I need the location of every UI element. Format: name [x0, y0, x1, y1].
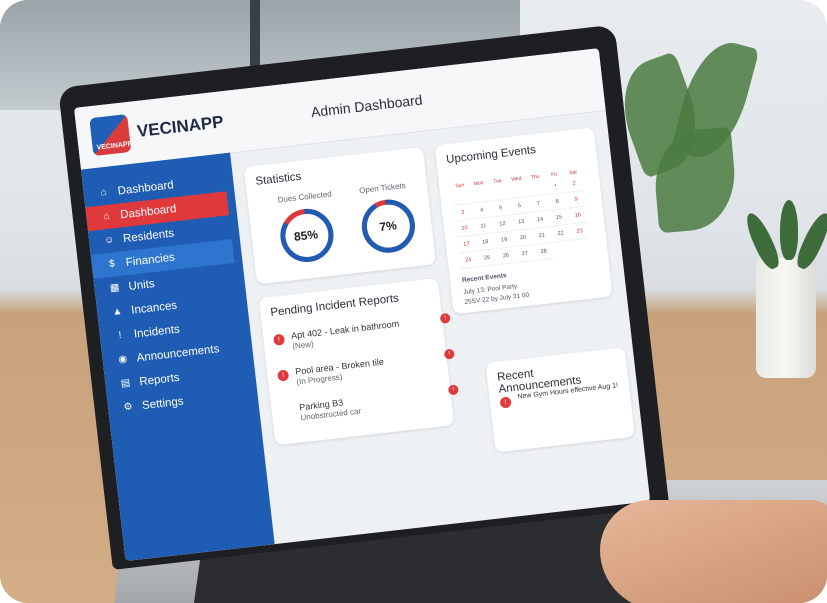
brand-name: VECINAPP — [135, 112, 225, 141]
events-card: Upcoming Events Sun Mon Tue Wed Thu Fri Sat • 2 3… — [434, 127, 613, 315]
home-icon: ⌂ — [100, 186, 108, 199]
building-icon: ▦ — [109, 282, 120, 295]
calendar-weekday: Wed — [511, 175, 522, 183]
calendar-day[interactable]: 20 — [513, 231, 533, 247]
potted-succulent — [741, 200, 827, 378]
calendar-weekday: Fri — [550, 171, 558, 179]
laptop-screen: VECINAPP VECINAPP Admin Dashboard ⌂ Dashb… — [74, 48, 651, 562]
calendar-day[interactable]: 3 — [453, 205, 473, 222]
calendar-day[interactable]: 9 — [566, 192, 586, 209]
calendar-day[interactable]: 4 — [472, 203, 492, 220]
calendar-day[interactable]: 6 — [510, 199, 529, 216]
statistics-card: Statistics Dues Collected Open Tickets 8… — [243, 146, 436, 285]
calendar-day[interactable]: 10 — [455, 221, 475, 238]
calendar-day[interactable]: 11 — [474, 219, 493, 236]
page-title: Admin Dashboard — [310, 91, 424, 121]
home-icon: ⌂ — [102, 210, 111, 223]
calendar-weekday: Thu — [530, 173, 540, 181]
calendar-day[interactable]: 15 — [549, 210, 569, 227]
calendar-weekday: Sat — [568, 169, 578, 177]
calendar-day — [451, 189, 471, 206]
incident-badge: ! — [439, 312, 451, 324]
calendar-day[interactable]: 28 — [534, 244, 554, 261]
calendar-day[interactable]: 8 — [548, 194, 567, 211]
incident-badge: ! — [443, 348, 455, 360]
typing-hand — [600, 500, 827, 603]
calendar-day — [470, 187, 490, 204]
dues-value: 85% — [293, 227, 319, 244]
calendar-day[interactable]: 17 — [457, 237, 476, 254]
calendar-day[interactable]: 5 — [491, 201, 510, 218]
calendar-day[interactable]: 25 — [478, 251, 497, 268]
alert-icon: ! — [277, 369, 290, 382]
calendar-day — [508, 183, 528, 200]
tickets-value: 7% — [378, 218, 398, 235]
calendar-weekday: Tue — [493, 178, 503, 185]
announcements-card: Recent Announcements ! New Gym Hours eff… — [485, 347, 635, 453]
calendar-day[interactable]: 13 — [512, 215, 531, 232]
calendar-day[interactable]: 22 — [551, 226, 571, 243]
chart-icon: ▤ — [120, 377, 131, 390]
calendar-day[interactable]: 14 — [531, 213, 550, 229]
megaphone-icon: ! — [499, 396, 512, 409]
photo-scene: VECINAPP VECINAPP Admin Dashboard ⌂ Dashb… — [0, 0, 827, 603]
alert-icon: ! — [118, 330, 123, 342]
calendar-day[interactable]: 16 — [568, 208, 588, 225]
megaphone-icon: ◉ — [117, 353, 128, 366]
calendar-day[interactable]: 7 — [529, 197, 548, 213]
calendar-day[interactable]: 23 — [570, 224, 590, 241]
calendar-day[interactable]: • — [546, 179, 565, 195]
calendar-weekday: Sun — [455, 182, 465, 190]
events-heading: Recent Events — [461, 272, 507, 285]
incidents-card: Pending Incident Reports ! Apt 402 - Lea… — [258, 277, 459, 446]
calendar-day[interactable]: 19 — [495, 233, 514, 250]
calendar-day[interactable]: 12 — [493, 217, 512, 234]
calendar-day[interactable]: 2 — [565, 176, 584, 193]
calendar-day[interactable]: 24 — [459, 253, 478, 270]
money-icon: $ — [108, 258, 116, 270]
calendar-weekday: Mon — [473, 180, 484, 188]
events-title: Upcoming Events — [445, 144, 537, 167]
calendar-day — [489, 185, 509, 202]
dues-label: Dues Collected — [277, 189, 333, 205]
incident-item[interactable]: Parking B3 Unobstructed car ! — [281, 384, 460, 422]
calendar-day[interactable]: 27 — [515, 246, 535, 263]
warning-icon: ▲ — [111, 305, 123, 318]
tickets-label: Open Tickets — [358, 180, 407, 196]
app-logo[interactable]: VECINAPP — [89, 114, 133, 157]
incidents-title: Pending Incident Reports — [269, 292, 400, 320]
users-icon: ☺ — [103, 234, 115, 247]
calendar-day[interactable]: 21 — [532, 228, 552, 245]
calendar-day[interactable]: 18 — [476, 235, 495, 252]
calendar-grid: Sun Mon Tue Wed Thu Fri Sat • 2 3 4 5 6 7 8 9 10 11 12 13 14… — [451, 169, 591, 270]
incident-item[interactable]: ! Pool area - Broken tile (In Progress) … — [277, 348, 456, 387]
gear-icon: ⚙ — [123, 401, 134, 414]
incident-badge: ! — [447, 384, 459, 396]
calendar-day[interactable]: 26 — [496, 249, 516, 265]
calendar-day — [527, 181, 546, 198]
alert-icon: ! — [272, 333, 286, 346]
